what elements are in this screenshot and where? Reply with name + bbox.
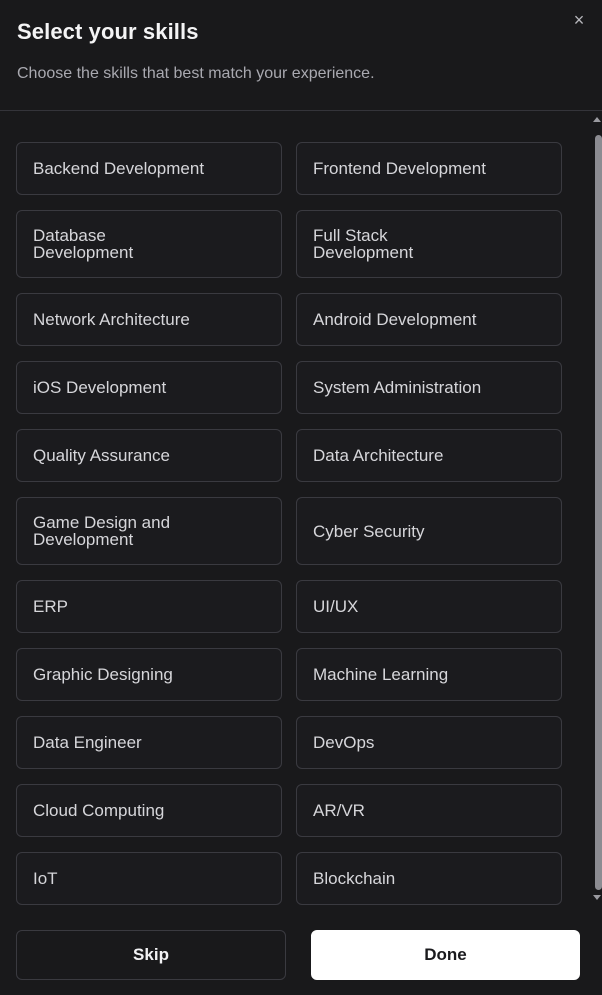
skill-chip[interactable]: Android Development bbox=[296, 293, 562, 346]
skills-grid: Backend Development Frontend Development D… bbox=[16, 142, 562, 905]
skill-chip[interactable]: Data Architecture bbox=[296, 429, 562, 482]
skill-chip-label: UI/UX bbox=[313, 597, 359, 616]
skill-chip-label: iOS Development bbox=[33, 378, 167, 397]
skill-chip[interactable]: Database Development bbox=[16, 210, 282, 278]
skill-chip[interactable]: Machine Learning bbox=[296, 648, 562, 701]
dialog-header: Select your skills Choose the skills tha… bbox=[0, 0, 602, 111]
skill-chip-label: IoT bbox=[33, 869, 58, 888]
skill-chip-label: AR/VR bbox=[313, 801, 365, 820]
skill-chip-label: Quality Assurance bbox=[33, 446, 171, 465]
skill-chip[interactable]: AR/VR bbox=[296, 784, 562, 837]
row-spacer bbox=[16, 837, 562, 852]
skill-chip[interactable]: Cyber Security bbox=[296, 497, 562, 565]
dialog-subtitle: Choose the skills that best match your e… bbox=[17, 65, 375, 82]
skill-chip-label: ERP bbox=[33, 597, 68, 616]
skip-button[interactable]: Skip bbox=[16, 930, 286, 980]
row-spacer bbox=[16, 195, 562, 210]
skill-chip[interactable]: System Administration bbox=[296, 361, 562, 414]
row-spacer bbox=[16, 414, 562, 429]
close-icon[interactable]: × bbox=[570, 10, 588, 30]
skill-chip-label: Data Architecture bbox=[313, 446, 444, 465]
skill-chip[interactable]: Game Design and Development bbox=[16, 497, 282, 565]
row-spacer bbox=[16, 769, 562, 784]
skill-chip-label: Game Design and Development bbox=[33, 513, 171, 549]
row-spacer bbox=[16, 565, 562, 580]
skill-chip[interactable]: Frontend Development bbox=[296, 142, 562, 195]
skill-chip[interactable]: ERP bbox=[16, 580, 282, 633]
skill-chip[interactable]: Quality Assurance bbox=[16, 429, 282, 482]
skill-chip-label: Cloud Computing bbox=[33, 801, 165, 820]
skill-chip-label: Cyber Security bbox=[313, 521, 425, 541]
skill-chip-label: Data Engineer bbox=[33, 733, 142, 752]
skill-chip[interactable]: iOS Development bbox=[16, 361, 282, 414]
skill-chip[interactable]: Network Architecture bbox=[16, 293, 282, 346]
skill-chip-label: Blockchain bbox=[313, 869, 396, 888]
scroll-up-arrow-icon[interactable] bbox=[593, 117, 601, 122]
skill-chip-label: DevOps bbox=[313, 733, 375, 752]
skills-dialog: Select your skills Choose the skills tha… bbox=[0, 0, 602, 995]
skill-chip[interactable]: Blockchain bbox=[296, 852, 562, 905]
skill-chip[interactable]: Backend Development bbox=[16, 142, 282, 195]
row-spacer bbox=[16, 633, 562, 648]
row-spacer bbox=[16, 482, 562, 497]
skill-chip-label: Graphic Designing bbox=[33, 665, 173, 684]
skill-chip-label: Machine Learning bbox=[313, 665, 449, 684]
skill-chip-label: Android Development bbox=[313, 310, 477, 329]
skill-chip-label: Frontend Development bbox=[313, 159, 486, 178]
skill-chip[interactable]: Graphic Designing bbox=[16, 648, 282, 701]
dialog-footer: Skip Done bbox=[0, 907, 602, 995]
scroll-down-arrow-icon[interactable] bbox=[593, 895, 601, 900]
skill-chip[interactable]: Full Stack Development bbox=[296, 210, 562, 278]
skill-chip-label: System Administration bbox=[313, 378, 482, 397]
skills-list[interactable]: Backend Development Frontend Development D… bbox=[0, 112, 602, 907]
skill-chip-label: Network Architecture bbox=[33, 310, 190, 329]
skill-chip[interactable]: IoT bbox=[16, 852, 282, 905]
skill-chip-label: Database Development bbox=[33, 226, 134, 262]
skill-chip[interactable]: DevOps bbox=[296, 716, 562, 769]
row-spacer bbox=[16, 701, 562, 716]
row-spacer bbox=[16, 278, 562, 293]
skill-chip-label: Full Stack Development bbox=[313, 226, 414, 262]
skill-chip[interactable]: UI/UX bbox=[296, 580, 562, 633]
dialog-title: Select your skills bbox=[17, 19, 199, 44]
skill-chip-label: Backend Development bbox=[33, 159, 205, 178]
skill-chip[interactable]: Data Engineer bbox=[16, 716, 282, 769]
skill-chip[interactable]: Cloud Computing bbox=[16, 784, 282, 837]
row-spacer bbox=[16, 346, 562, 361]
scrollbar-thumb[interactable] bbox=[595, 135, 602, 890]
done-button[interactable]: Done bbox=[311, 930, 580, 980]
